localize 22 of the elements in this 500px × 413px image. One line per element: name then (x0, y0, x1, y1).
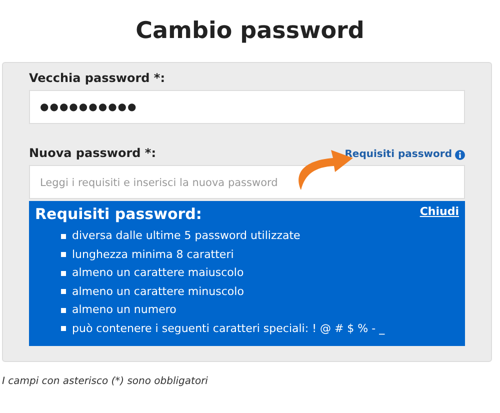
requirement-text: almeno un carattere maiuscolo (72, 265, 244, 281)
bullet-icon (61, 308, 66, 313)
bullet-icon (61, 270, 66, 276)
bullet-icon (61, 252, 66, 258)
field-label: Vecchia password *: (29, 71, 166, 85)
new-password-field[interactable]: Leggi i requisiti e inserisci la nuova password (29, 165, 465, 199)
requirements-link[interactable]: Requisiti password (344, 149, 465, 160)
password-field[interactable]: ●●●●●●●●●● (29, 90, 465, 124)
bullet-icon (61, 326, 66, 332)
footnote: I campi con asterisco (*) sono obbligatori (2, 376, 209, 387)
panel-title: Requisiti password: (35, 205, 202, 223)
requirement-text: almeno un carattere minuscolo (72, 284, 244, 300)
requirement-text: lunghezza minima 8 caratteri (72, 246, 234, 262)
requirement-text: diversa dalle ultime 5 password utilizzate (72, 228, 300, 244)
bullet-icon (61, 234, 66, 239)
requirement-text: può contenere i seguenti caratteri speciali: ! @ # $ % - _ (72, 320, 385, 337)
requirement-text: almeno un numero (72, 302, 176, 318)
page-title: Cambio password (134, 17, 366, 46)
info-icon (455, 150, 465, 160)
close-link[interactable]: Chiudi (420, 205, 459, 223)
field-label: Nuova password *: (29, 146, 156, 160)
bullet-icon (61, 289, 66, 294)
